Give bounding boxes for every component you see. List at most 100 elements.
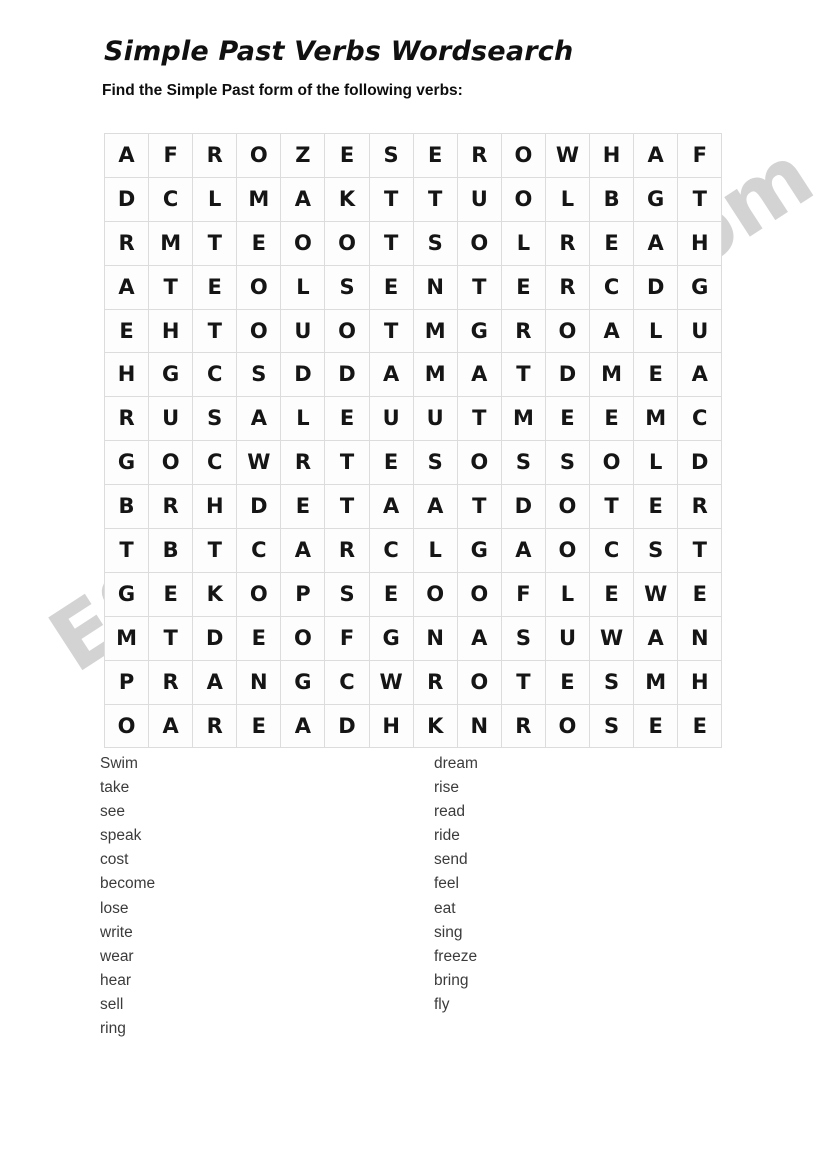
grid-cell[interactable]: G [103,571,150,617]
grid-cell[interactable]: A [677,352,723,398]
grid-cell[interactable]: O [324,220,370,266]
grid-cell[interactable]: W [368,659,414,705]
grid-cell[interactable]: C [589,528,635,573]
grid-cell[interactable]: A [280,176,326,222]
grid-cell[interactable]: R [280,440,326,486]
grid-cell[interactable]: F [148,133,194,178]
grid-cell[interactable]: O [236,308,282,354]
grid-cell[interactable]: S [589,659,635,705]
grid-cell[interactable]: G [103,440,150,486]
grid-cell[interactable]: C [148,176,194,222]
grid-cell[interactable]: O [236,264,282,310]
grid-cell[interactable]: A [589,308,635,354]
grid-cell[interactable]: R [412,659,458,705]
grid-cell[interactable]: D [544,352,591,398]
grid-cell[interactable]: T [456,396,502,442]
grid-cell[interactable]: F [324,615,370,661]
grid-cell[interactable]: R [544,220,591,266]
grid-cell[interactable]: C [368,528,414,573]
grid-cell[interactable]: Z [280,133,326,178]
grid-cell[interactable]: E [500,264,546,310]
grid-cell[interactable]: S [589,703,635,749]
grid-cell[interactable]: A [103,133,150,178]
grid-cell[interactable]: T [368,176,414,222]
grid-cell[interactable]: E [412,133,458,178]
grid-cell[interactable]: M [236,176,282,222]
grid-cell[interactable]: R [148,484,194,530]
grid-cell[interactable]: O [500,176,546,222]
grid-cell[interactable]: M [500,396,546,442]
grid-cell[interactable]: L [544,571,591,617]
grid-cell[interactable]: E [677,571,723,617]
grid-cell[interactable]: R [192,133,238,178]
wordsearch-grid[interactable]: AFROZESEROWHAFDCLMAKTTUOLBGTRMTEOOTSOLRE… [103,133,723,749]
grid-cell[interactable]: O [280,615,326,661]
grid-cell[interactable]: O [589,440,635,486]
grid-cell[interactable]: F [500,571,546,617]
grid-cell[interactable]: O [544,484,591,530]
grid-cell[interactable]: O [236,133,282,178]
grid-cell[interactable]: N [456,703,502,749]
grid-cell[interactable]: H [589,133,635,178]
grid-cell[interactable]: S [500,615,546,661]
grid-cell[interactable]: S [544,440,591,486]
grid-cell[interactable]: U [368,396,414,442]
grid-cell[interactable]: A [456,615,502,661]
grid-cell[interactable]: M [412,308,458,354]
grid-cell[interactable]: A [456,352,502,398]
grid-cell[interactable]: T [456,484,502,530]
grid-cell[interactable]: G [148,352,194,398]
grid-cell[interactable]: E [192,264,238,310]
grid-cell[interactable]: E [236,220,282,266]
grid-cell[interactable]: W [589,615,635,661]
grid-cell[interactable]: U [412,396,458,442]
grid-cell[interactable]: E [589,396,635,442]
grid-cell[interactable]: T [677,528,723,573]
grid-cell[interactable]: L [280,264,326,310]
grid-cell[interactable]: E [633,352,679,398]
grid-cell[interactable]: E [544,659,591,705]
grid-cell[interactable]: T [192,308,238,354]
grid-cell[interactable]: E [148,571,194,617]
grid-cell[interactable]: S [324,264,370,310]
grid-cell[interactable]: N [236,659,282,705]
grid-cell[interactable]: S [500,440,546,486]
grid-cell[interactable]: C [677,396,723,442]
grid-cell[interactable]: T [148,615,194,661]
grid-cell[interactable]: M [148,220,194,266]
grid-cell[interactable]: P [103,659,150,705]
grid-cell[interactable]: G [368,615,414,661]
grid-cell[interactable]: S [236,352,282,398]
grid-cell[interactable]: N [412,264,458,310]
grid-cell[interactable]: W [236,440,282,486]
grid-cell[interactable]: N [677,615,723,661]
grid-cell[interactable]: O [544,308,591,354]
grid-cell[interactable]: R [544,264,591,310]
grid-cell[interactable]: O [103,703,150,749]
grid-cell[interactable]: L [192,176,238,222]
grid-cell[interactable]: E [236,615,282,661]
grid-cell[interactable]: A [236,396,282,442]
grid-cell[interactable]: A [368,484,414,530]
grid-cell[interactable]: D [236,484,282,530]
grid-cell[interactable]: A [192,659,238,705]
grid-cell[interactable]: A [280,703,326,749]
grid-cell[interactable]: E [324,133,370,178]
grid-cell[interactable]: T [103,528,150,573]
grid-cell[interactable]: H [192,484,238,530]
grid-cell[interactable]: E [544,396,591,442]
grid-cell[interactable]: T [192,528,238,573]
grid-cell[interactable]: G [456,528,502,573]
grid-cell[interactable]: A [368,352,414,398]
grid-cell[interactable]: H [677,220,723,266]
grid-cell[interactable]: S [368,133,414,178]
grid-cell[interactable]: E [280,484,326,530]
grid-cell[interactable]: D [500,484,546,530]
grid-cell[interactable]: T [589,484,635,530]
grid-cell[interactable]: A [103,264,150,310]
grid-cell[interactable]: T [324,440,370,486]
grid-cell[interactable]: D [324,703,370,749]
grid-cell[interactable]: N [412,615,458,661]
grid-cell[interactable]: E [103,308,150,354]
grid-cell[interactable]: A [500,528,546,573]
